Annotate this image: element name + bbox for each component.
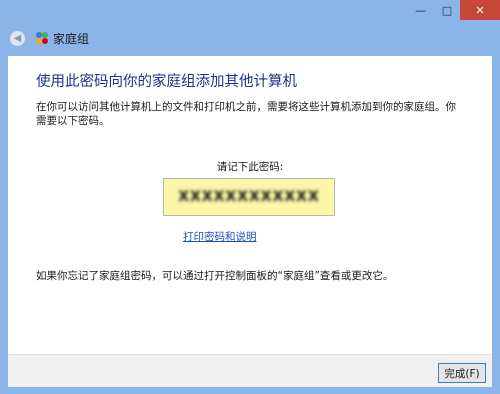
content-pane: 使用此密码向你的家庭组添加其他计算机 在你可以访问其他计算机上的文件和打印机之前… bbox=[8, 56, 492, 386]
homegroup-window: — □ ✕ ◀ 家庭组 使用此密码向你的家庭组添加其他计算机 在你可以访问其他计… bbox=[0, 0, 500, 394]
maximize-icon: □ bbox=[441, 3, 453, 17]
password-box: XXXXXXXXXXXX bbox=[163, 178, 335, 216]
print-password-link[interactable]: 打印密码和说明 bbox=[183, 229, 257, 244]
window-title: 家庭组 bbox=[53, 32, 90, 46]
close-button[interactable]: ✕ bbox=[460, 0, 500, 20]
maximize-button[interactable]: □ bbox=[434, 0, 460, 20]
back-button[interactable]: ◀ bbox=[9, 30, 26, 47]
title-bar: — □ ✕ bbox=[0, 0, 500, 22]
back-arrow-icon: ◀ bbox=[13, 33, 22, 44]
close-icon: ✕ bbox=[475, 3, 485, 17]
finish-button[interactable]: 完成(F) bbox=[438, 363, 486, 383]
minimize-button[interactable]: — bbox=[407, 0, 434, 20]
minimize-icon: — bbox=[415, 3, 426, 17]
description-text: 在你可以访问其他计算机上的文件和打印机之前，需要将这些计算机添加到你的家庭组。你… bbox=[36, 101, 456, 127]
page-heading: 使用此密码向你的家庭组添加其他计算机 bbox=[36, 74, 297, 90]
button-bar: 完成(F) bbox=[8, 354, 492, 387]
password-prompt: 请记下此密码: bbox=[216, 161, 284, 173]
password-value: XXXXXXXXXXXX bbox=[178, 189, 320, 205]
homegroup-icon bbox=[36, 32, 48, 44]
forgot-password-note: 如果你忘记了家庭组密码，可以通过打开控制面板的“家庭组”查看或更改它。 bbox=[36, 270, 394, 282]
